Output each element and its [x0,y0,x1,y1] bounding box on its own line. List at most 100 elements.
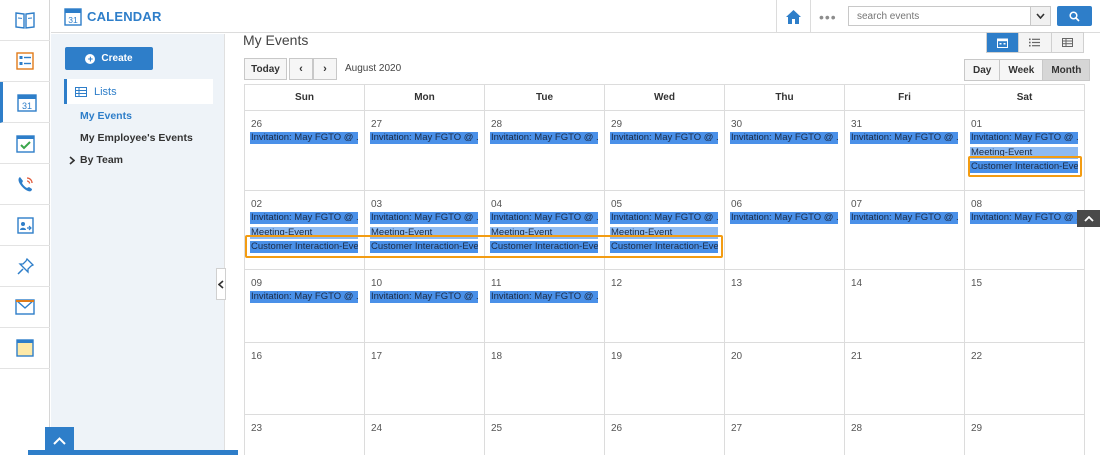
day-cell[interactable]: 02 Invitation: May FGTO @ ... Meeting-Even… [245,191,365,269]
day-cell[interactable]: 27 [725,415,845,455]
page-title: My Events [243,32,309,48]
rail-item-contacts[interactable] [0,205,50,246]
calendar-event[interactable]: Meeting-Event [490,226,598,239]
today-button[interactable]: Today [244,58,287,80]
day-cell[interactable]: 18 [485,343,605,414]
calendar-event[interactable]: Invitation: May FGTO @ ... [730,132,838,144]
rail-item-calendar[interactable]: 31 [0,82,50,123]
calendar-event[interactable]: Customer Interaction-Event [610,241,718,253]
day-cell[interactable]: 31 Invitation: May FGTO @ ... [845,111,965,190]
next-month-button[interactable]: › [313,58,337,80]
rail-item-form[interactable] [0,41,50,82]
day-number: 18 [491,351,503,362]
day-cell[interactable]: 10 Invitation: May FGTO @ ... [365,270,485,342]
day-cell[interactable]: 29 Invitation: May FGTO @ ... [605,111,725,190]
day-cell[interactable]: 06 Invitation: May FGTO @ ... [725,191,845,269]
calendar-event[interactable]: Invitation: May FGTO @ ... [370,291,478,303]
sidebar-collapse-toggle[interactable] [216,268,226,300]
chevron-left-icon [218,279,224,289]
calendar-event[interactable]: Customer Interaction-Event [250,241,358,253]
day-cell[interactable]: 14 [845,270,965,342]
list-view-button[interactable] [1019,33,1052,52]
day-cell[interactable]: 04 Invitation: May FGTO @ ... Meeting-Even… [485,191,605,269]
day-cell[interactable]: 30 Invitation: May FGTO @ ... [725,111,845,190]
day-cell[interactable]: 09 Invitation: May FGTO @ ... [245,270,365,342]
calendar-view-button[interactable] [987,33,1020,52]
day-cell[interactable]: 17 [365,343,485,414]
day-cell[interactable]: 20 [725,343,845,414]
calendar-event[interactable]: Customer Interaction-Event [370,241,478,253]
day-cell[interactable]: 05 Invitation: May FGTO @ ... Meeting-Even… [605,191,725,269]
chevron-up-icon [1083,215,1094,222]
prev-month-button[interactable]: ‹ [289,58,313,80]
day-cell[interactable]: 08 Invitation: May FGTO @ ... [965,191,1085,269]
sidebar-link-employee-events[interactable]: My Employee's Events [80,132,193,144]
month-range-button[interactable]: Month [1043,60,1090,80]
rail-item-tasks[interactable] [0,123,50,164]
rail-item-calls[interactable] [0,164,50,205]
calendar-event[interactable]: Invitation: May FGTO @ ... [970,212,1078,224]
day-number: 27 [371,119,383,130]
calendar-event[interactable]: Invitation: May FGTO @ ... [610,212,718,224]
day-cell[interactable]: 21 [845,343,965,414]
rail-item-book[interactable] [0,0,50,41]
day-cell[interactable]: 27 Invitation: May FGTO @ ... [365,111,485,190]
day-cell[interactable]: 23 [245,415,365,455]
calendar-event[interactable]: Meeting-Event [370,226,478,239]
day-range-button[interactable]: Day [965,60,1001,80]
calendar-event[interactable]: Invitation: May FGTO @ ... [610,132,718,144]
sidebar-link-my-events[interactable]: My Events [80,110,132,122]
calendar-event[interactable]: Invitation: May FGTO @ ... [850,132,958,144]
calendar-event[interactable]: Invitation: May FGTO @ ... [250,291,358,303]
calendar-event[interactable]: Invitation: May FGTO @ ... [250,132,358,144]
week-range-button[interactable]: Week [1000,60,1044,80]
rail-item-notes[interactable] [0,328,50,369]
calendar-event[interactable]: Invitation: May FGTO @ ... [250,212,358,224]
calendar-event[interactable]: Meeting-Event [970,146,1078,159]
rail-item-pins[interactable] [0,246,50,287]
day-cell[interactable]: 19 [605,343,725,414]
day-cell[interactable]: 28 [845,415,965,455]
day-cell[interactable]: 16 [245,343,365,414]
day-cell[interactable]: 12 [605,270,725,342]
day-number: 25 [491,423,503,434]
day-cell[interactable]: 07 Invitation: May FGTO @ ... [845,191,965,269]
sidebar-link-by-team[interactable]: By Team [69,154,123,166]
day-cell[interactable]: 24 [365,415,485,455]
search-input[interactable] [849,7,1029,25]
day-cell[interactable]: 26 Invitation: May FGTO @ ... [245,111,365,190]
calendar-event[interactable]: Customer Interaction-Event [490,241,598,253]
rail-calendar-number: 31 [21,101,31,111]
table-view-button[interactable] [1051,33,1083,52]
calendar-event[interactable]: Meeting-Event [610,226,718,239]
day-cell[interactable]: 29 [965,415,1085,455]
create-button[interactable]: + Create [65,47,153,70]
search-button[interactable] [1057,6,1092,26]
calendar-event[interactable]: Invitation: May FGTO @ ... [370,212,478,224]
bottom-panel-bar [28,450,238,455]
calendar-event[interactable]: Meeting-Event [250,226,358,239]
calendar-event[interactable]: Customer Interaction-Event [970,161,1078,173]
home-button[interactable] [776,0,811,33]
day-cell[interactable]: 03 Invitation: May FGTO @ ... Meeting-Even… [365,191,485,269]
day-cell[interactable]: 01 Invitation: May FGTO @ ... Meeting-Even… [965,111,1085,190]
day-cell[interactable]: 22 [965,343,1085,414]
day-cell[interactable]: 25 [485,415,605,455]
calendar-event[interactable]: Invitation: May FGTO @ ... [490,132,598,144]
calendar-event[interactable]: Invitation: May FGTO @ ... [970,132,1078,144]
calendar-event[interactable]: Invitation: May FGTO @ ... [730,212,838,224]
calendar-event[interactable]: Invitation: May FGTO @ ... [370,132,478,144]
calendar-event[interactable]: Invitation: May FGTO @ ... [490,212,598,224]
scroll-to-top-button[interactable] [1077,210,1100,227]
day-cell[interactable]: 15 [965,270,1085,342]
more-options-icon[interactable]: ••• [819,9,837,25]
calendar-event[interactable]: Invitation: May FGTO @ ... [850,212,958,224]
rail-item-mail[interactable] [0,287,50,328]
lists-header[interactable]: Lists [64,79,213,104]
calendar-event[interactable]: Invitation: May FGTO @ ... [490,291,598,303]
day-cell[interactable]: 26 [605,415,725,455]
day-cell[interactable]: 13 [725,270,845,342]
day-cell[interactable]: 28 Invitation: May FGTO @ ... [485,111,605,190]
day-cell[interactable]: 11 Invitation: May FGTO @ ... [485,270,605,342]
search-filter-dropdown[interactable] [1030,7,1050,25]
